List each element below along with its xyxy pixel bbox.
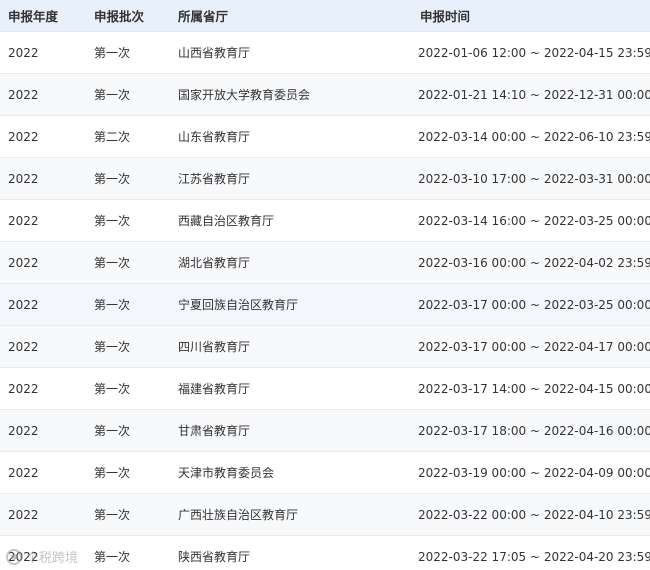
column-header-province: 所属省厅 — [178, 9, 229, 24]
table-row[interactable]: 2022 第一次 湖北省教育厅 2022-03-16 00:00 ~ 2022-04-… — [0, 242, 650, 284]
column-header-year: 申报年度 — [8, 9, 59, 24]
cell-province: 西藏自治区教育厅 — [178, 214, 275, 228]
declaration-table: 申报年度 申报批次 所属省厅 申报时间 2022 第一次 山西省教育厅 2022-01… — [0, 0, 650, 570]
cell-time: 2022-03-10 17:00 ~ 2022-03-31 00:00 — [418, 171, 650, 186]
cell-province: 甘肃省教育厅 — [178, 424, 251, 438]
cell-batch: 第一次 — [94, 298, 131, 312]
cell-year: 2022 — [8, 255, 39, 270]
cell-time: 2022-03-19 00:00 ~ 2022-04-09 00:00 — [418, 465, 650, 480]
table-row[interactable]: 2022 第一次 江苏省教育厅 2022-03-10 17:00 ~ 2022-03-… — [0, 158, 650, 200]
cell-year: 2022 — [8, 213, 39, 228]
cell-batch: 第一次 — [94, 508, 131, 522]
table-body: 2022 第一次 山西省教育厅 2022-01-06 12:00 ~ 2022-04-… — [0, 32, 650, 570]
cell-time: 2022-03-16 00:00 ~ 2022-04-02 23:59 — [418, 255, 650, 270]
cell-batch: 第一次 — [94, 340, 131, 354]
cell-batch: 第一次 — [94, 424, 131, 438]
table-row[interactable]: 2022 第一次 广西壮族自治区教育厅 2022-03-22 00:00 ~ 2022… — [0, 494, 650, 536]
cell-batch: 第一次 — [94, 382, 131, 396]
cell-time: 2022-03-17 14:00 ~ 2022-04-15 00:00 — [418, 381, 650, 396]
table-row[interactable]: 2022 第一次 福建省教育厅 2022-03-17 14:00 ~ 2022-04-… — [0, 368, 650, 410]
cell-batch: 第一次 — [94, 256, 131, 270]
cell-province: 江苏省教育厅 — [178, 172, 251, 186]
cell-province: 广西壮族自治区教育厅 — [178, 508, 299, 522]
table-row[interactable]: 2022 第一次 国家开放大学教育委员会 2022-01-21 14:10 ~ 202… — [0, 74, 650, 116]
cell-time: 2022-03-22 00:00 ~ 2022-04-10 23:59 — [418, 507, 650, 522]
cell-year: 2022 — [8, 381, 39, 396]
table-row[interactable]: 2022 第二次 山东省教育厅 2022-03-14 00:00 ~ 2022-06-… — [0, 116, 650, 158]
table-row[interactable]: 2022 第一次 陕西省教育厅 2022-03-22 17:05 ~ 2022-04-… — [0, 536, 650, 570]
cell-province: 湖北省教育厅 — [178, 256, 251, 270]
cell-year: 2022 — [8, 87, 39, 102]
cell-batch: 第二次 — [94, 130, 131, 144]
cell-year: 2022 — [8, 297, 39, 312]
column-header-time: 申报时间 — [420, 9, 471, 24]
cell-batch: 第一次 — [94, 466, 131, 480]
cell-time: 2022-01-21 14:10 ~ 2022-12-31 00:00 — [418, 87, 650, 102]
cell-year: 2022 — [8, 423, 39, 438]
cell-time: 2022-03-17 00:00 ~ 2022-04-17 00:00 — [418, 339, 650, 354]
cell-year: 2022 — [8, 549, 39, 564]
cell-batch: 第一次 — [94, 88, 131, 102]
cell-province: 四川省教育厅 — [178, 340, 251, 354]
table-header: 申报年度 申报批次 所属省厅 申报时间 — [0, 0, 650, 32]
cell-province: 宁夏回族自治区教育厅 — [178, 298, 299, 312]
cell-province: 天津市教育委员会 — [178, 466, 275, 480]
cell-time: 2022-03-14 16:00 ~ 2022-03-25 00:00 — [418, 213, 650, 228]
column-header-batch: 申报批次 — [94, 9, 145, 24]
cell-province: 福建省教育厅 — [178, 382, 251, 396]
cell-time: 2022-03-17 18:00 ~ 2022-04-16 00:00 — [418, 423, 650, 438]
table-row[interactable]: 2022 第一次 甘肃省教育厅 2022-03-17 18:00 ~ 2022-04-… — [0, 410, 650, 452]
cell-batch: 第一次 — [94, 172, 131, 186]
cell-year: 2022 — [8, 507, 39, 522]
cell-year: 2022 — [8, 171, 39, 186]
cell-time: 2022-03-22 17:05 ~ 2022-04-20 23:59 — [418, 549, 650, 564]
cell-batch: 第一次 — [94, 214, 131, 228]
cell-batch: 第一次 — [94, 46, 131, 60]
cell-province: 山西省教育厅 — [178, 46, 251, 60]
table-row[interactable]: 2022 第一次 宁夏回族自治区教育厅 2022-03-17 00:00 ~ 2022… — [0, 284, 650, 326]
cell-province: 陕西省教育厅 — [178, 550, 251, 564]
cell-year: 2022 — [8, 465, 39, 480]
cell-province: 山东省教育厅 — [178, 130, 251, 144]
table-row[interactable]: 2022 第一次 西藏自治区教育厅 2022-03-14 16:00 ~ 2022-0… — [0, 200, 650, 242]
cell-time: 2022-03-14 00:00 ~ 2022-06-10 23:59 — [418, 129, 650, 144]
table-row[interactable]: 2022 第一次 天津市教育委员会 2022-03-19 00:00 ~ 2022-0… — [0, 452, 650, 494]
cell-year: 2022 — [8, 129, 39, 144]
cell-year: 2022 — [8, 45, 39, 60]
cell-year: 2022 — [8, 339, 39, 354]
cell-time: 2022-03-17 00:00 ~ 2022-03-25 00:00 — [418, 297, 650, 312]
table-row[interactable]: 2022 第一次 山西省教育厅 2022-01-06 12:00 ~ 2022-04-… — [0, 32, 650, 74]
cell-province: 国家开放大学教育委员会 — [178, 88, 311, 102]
table-row[interactable]: 2022 第一次 四川省教育厅 2022-03-17 00:00 ~ 2022-04-… — [0, 326, 650, 368]
cell-time: 2022-01-06 12:00 ~ 2022-04-15 23:59 — [418, 45, 650, 60]
cell-batch: 第一次 — [94, 550, 131, 564]
